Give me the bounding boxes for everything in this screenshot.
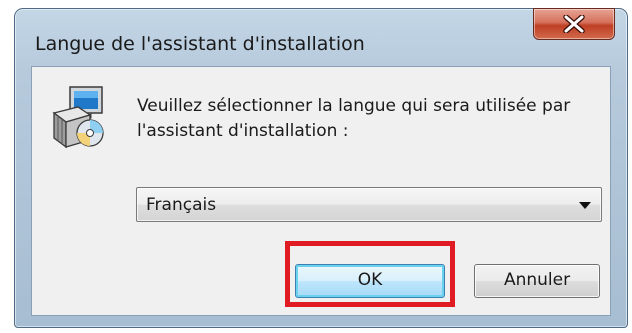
close-button[interactable]	[533, 8, 615, 40]
dialog-body: Veuillez sélectionner la langue qui sera…	[31, 66, 611, 316]
title-bar[interactable]: Langue de l'assistant d'installation	[15, 8, 627, 64]
language-select[interactable]: Français	[136, 187, 602, 222]
window-title: Langue de l'assistant d'installation	[35, 33, 365, 55]
setup-language-dialog: Langue de l'assistant d'installation Veu…	[14, 8, 628, 328]
ok-button[interactable]: OK	[295, 264, 445, 298]
installer-package-icon	[52, 86, 104, 149]
cancel-button[interactable]: Annuler	[474, 264, 600, 298]
language-prompt: Veuillez sélectionner la langue qui sera…	[137, 96, 571, 141]
close-x-icon	[563, 15, 585, 33]
chevron-down-icon[interactable]	[579, 202, 591, 209]
language-select-value: Français	[146, 195, 217, 215]
